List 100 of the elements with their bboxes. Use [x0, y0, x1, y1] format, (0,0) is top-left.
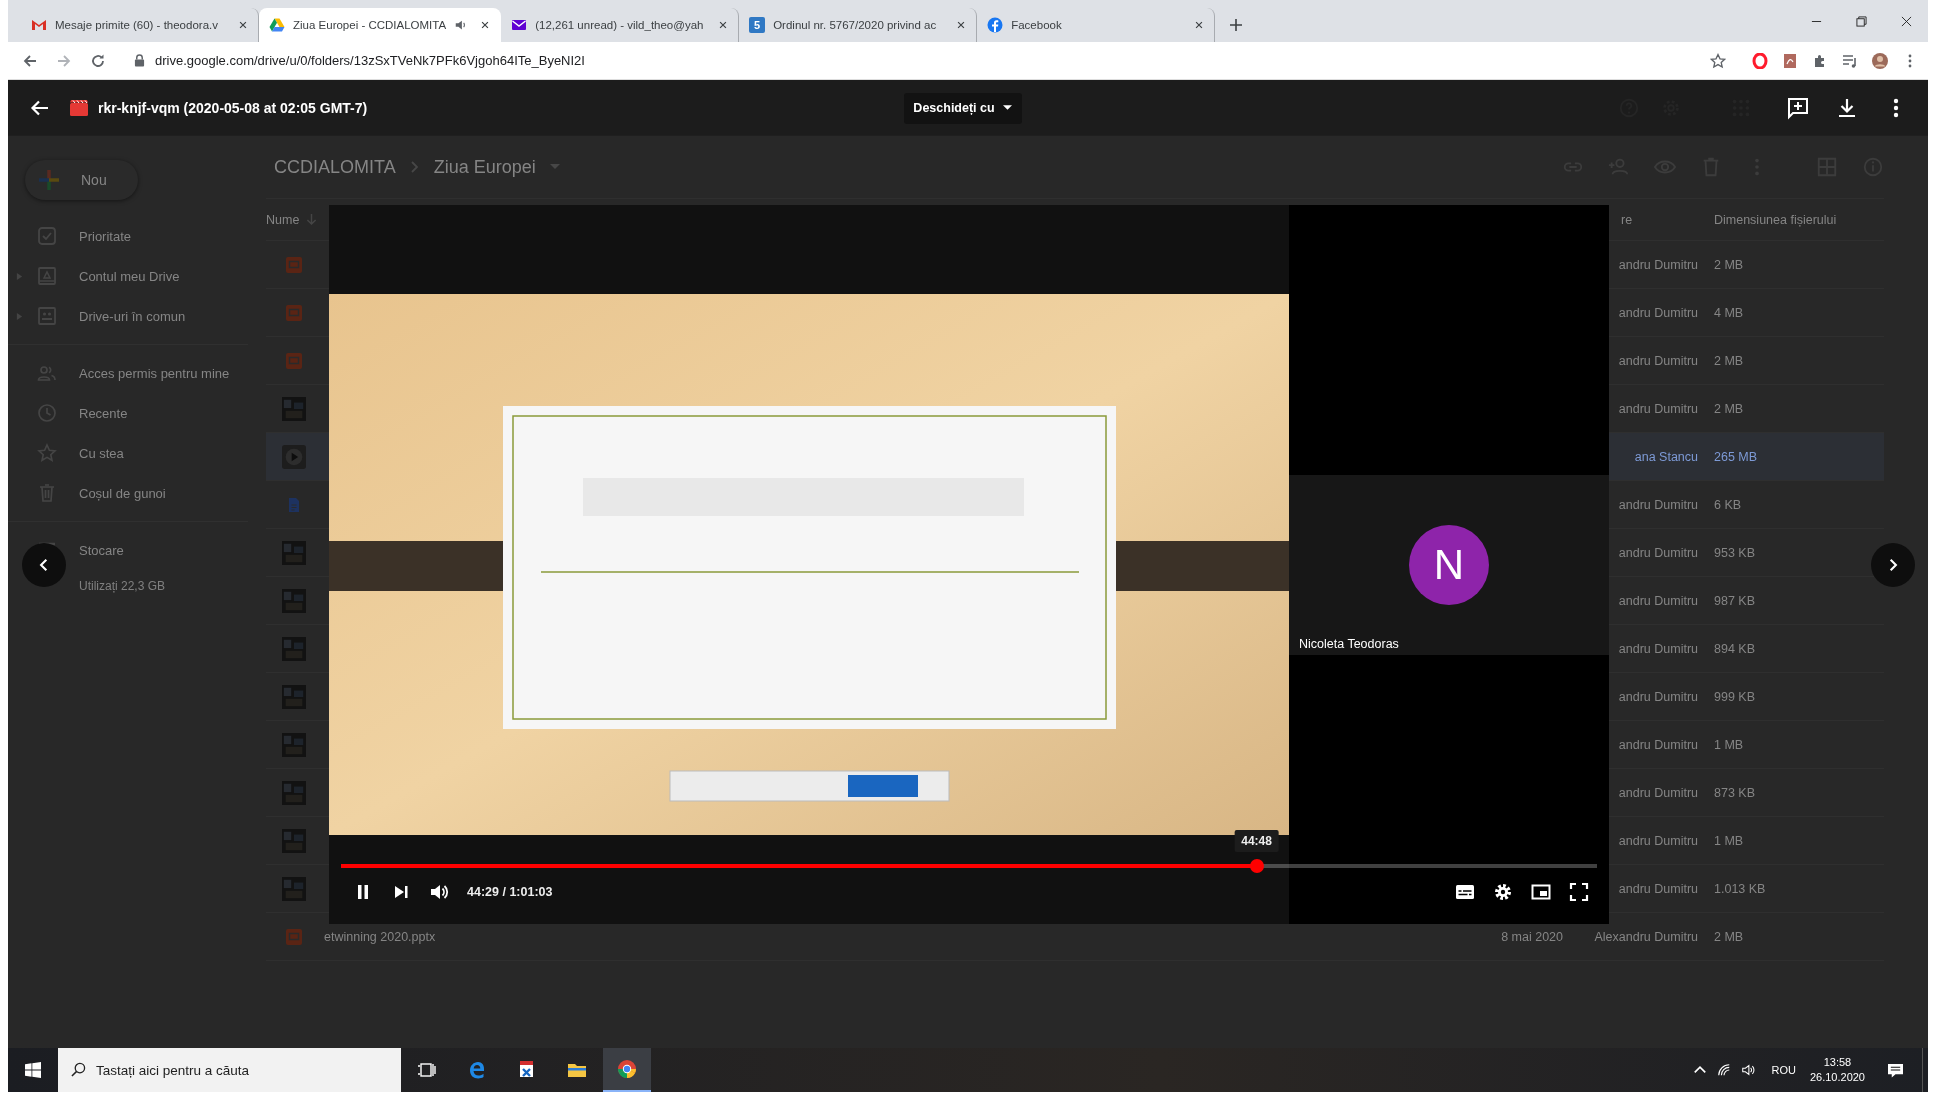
envelope-icon [31, 17, 47, 33]
restore-icon[interactable] [1856, 15, 1867, 27]
sidebar-label: Recente [79, 405, 128, 421]
slides-icon [286, 928, 302, 945]
new-button[interactable]: Nou [25, 160, 138, 200]
file-size: 873 KB [1714, 785, 1756, 800]
ring-icon[interactable] [1752, 52, 1768, 69]
file-owner: andru Dumitru [1618, 593, 1698, 608]
plus-icon[interactable] [1229, 18, 1244, 32]
close-icon[interactable] [718, 20, 729, 30]
volume-icon[interactable] [1741, 1063, 1756, 1077]
sidebar-item[interactable]: Prioritate [8, 216, 253, 256]
clock[interactable]: 13:58 26.10.2020 [1809, 1055, 1865, 1085]
playlist-icon[interactable] [1842, 52, 1858, 69]
close-icon[interactable] [956, 20, 967, 30]
file-size: 4 MB [1714, 305, 1745, 320]
avatar-icon[interactable] [1872, 52, 1888, 69]
drive-icon [37, 266, 57, 286]
file-size: 2 MB [1714, 257, 1745, 272]
file-size: 1 MB [1714, 737, 1745, 752]
column-header[interactable]: Nume [266, 212, 306, 227]
sidebar-item[interactable]: Acces permis pentru mine [8, 353, 253, 393]
triangle-icon [269, 17, 285, 33]
sidebar-item[interactable]: Coșul de gunoi [8, 473, 253, 513]
fullscreen-icon[interactable] [1569, 882, 1589, 902]
file-owner: andru Dumitru [1618, 737, 1698, 752]
file-owner: andru Dumitru [1618, 305, 1698, 320]
close-icon[interactable] [238, 20, 248, 30]
back-arrow-icon[interactable] [30, 98, 50, 118]
file-owner: ana Stancu [1634, 449, 1698, 464]
reload-icon[interactable] [90, 52, 106, 69]
browser-tab[interactable]: Ziua Europei - CCDIALOMITA [259, 8, 502, 42]
video-player-dialog[interactable]: N Nicoleta Teodoras 44:48 44:29 / 1:01:03 [329, 205, 1609, 924]
check-box-icon [37, 226, 57, 246]
sidebar-label: Acces permis pentru mine [79, 365, 230, 381]
playback-time: 44:29 / 1:01:03 [467, 885, 553, 899]
close-icon[interactable] [1194, 20, 1205, 30]
file-size: 1.013 KB [1714, 881, 1767, 896]
file-size: 1 MB [1714, 833, 1745, 848]
image-thumbnail [282, 396, 306, 421]
file-owner: andru Dumitru [1618, 785, 1698, 800]
slides-icon [286, 304, 302, 321]
chevron-right-icon [409, 160, 420, 174]
favicon-badge: 5 [749, 17, 766, 33]
file-size: 2 MB [1714, 929, 1745, 944]
file-owner: andru Dumitru [1618, 833, 1698, 848]
add-comment-icon[interactable] [1786, 96, 1810, 120]
file-owner: andru Dumitru [1618, 353, 1698, 368]
column-header[interactable]: re [1621, 212, 1633, 227]
breadcrumb-item[interactable]: Ziua Europei [433, 156, 536, 178]
plus-icon [37, 168, 61, 192]
progress-bar[interactable] [341, 859, 1597, 873]
file-size: 999 KB [1714, 689, 1756, 704]
address-bar[interactable]: drive.google.com/drive/u/0/folders/13zSxTVeNk7PFk6Vjgoh64ITe_ByeNI2I [124, 46, 1734, 75]
windows-start-icon[interactable] [25, 1062, 41, 1078]
sidebar-label: Prioritate [79, 228, 132, 244]
miniplayer-icon[interactable] [1531, 882, 1551, 902]
notification-icon[interactable] [1887, 1062, 1904, 1078]
close-icon[interactable] [480, 20, 491, 30]
clock-icon [37, 403, 57, 423]
volume-icon[interactable] [429, 882, 449, 902]
time-tooltip: 44:48 [1234, 830, 1279, 852]
close-icon[interactable] [1901, 15, 1912, 27]
file-size: 987 KB [1714, 593, 1756, 608]
video-thumbnail [282, 444, 306, 469]
circle-logo-icon [987, 17, 1004, 33]
star-icon [37, 443, 57, 463]
sidebar-label: Contul meu Drive [79, 268, 180, 284]
clock-date: 26.10.2020 [1809, 1070, 1865, 1085]
search-field[interactable]: Tastați aici pentru a căuta [58, 1048, 401, 1092]
document-icon [286, 496, 302, 513]
star-icon[interactable] [1710, 52, 1726, 69]
sidebar-item[interactable]: Cu stea [8, 433, 253, 473]
breadcrumb-item[interactable]: CCDIALOMITA [274, 156, 396, 178]
task-view-icon [417, 1060, 437, 1080]
column-header[interactable]: Dimensiunea fișierului [1714, 212, 1884, 227]
taskbar-app[interactable] [603, 1048, 651, 1092]
sidebar-item[interactable]: Contul meu Drive [8, 256, 253, 296]
file-size: 953 KB [1714, 545, 1756, 560]
subtitles-icon[interactable] [1455, 882, 1475, 902]
settings-icon[interactable] [1493, 882, 1513, 902]
sidebar-item[interactable]: Recente [8, 393, 253, 433]
document-icon[interactable] [1782, 52, 1798, 69]
sidebar-item[interactable]: Drive-uri în comun [8, 296, 253, 336]
back-arrow-icon[interactable] [22, 52, 38, 69]
file-owner: andru Dumitru [1618, 641, 1698, 656]
file-size: 265 MB [1714, 449, 1759, 464]
image-thumbnail [282, 588, 306, 613]
sidebar-label: Drive-uri în comun [79, 308, 186, 324]
open-with-button[interactable]: Deschideți cu [904, 92, 1022, 124]
wifi-icon[interactable] [1717, 1063, 1732, 1077]
clock-time: 13:58 [1823, 1055, 1852, 1070]
sidebar-label: Coșul de gunoi [79, 485, 166, 501]
image-thumbnail [282, 684, 306, 709]
input-language[interactable]: ROU [1771, 1064, 1796, 1076]
image-thumbnail [282, 876, 306, 901]
people-icon [37, 363, 57, 383]
slides-icon [286, 352, 302, 369]
file-size: 2 MB [1714, 401, 1745, 416]
sidebar-label: Cu stea [79, 445, 124, 461]
